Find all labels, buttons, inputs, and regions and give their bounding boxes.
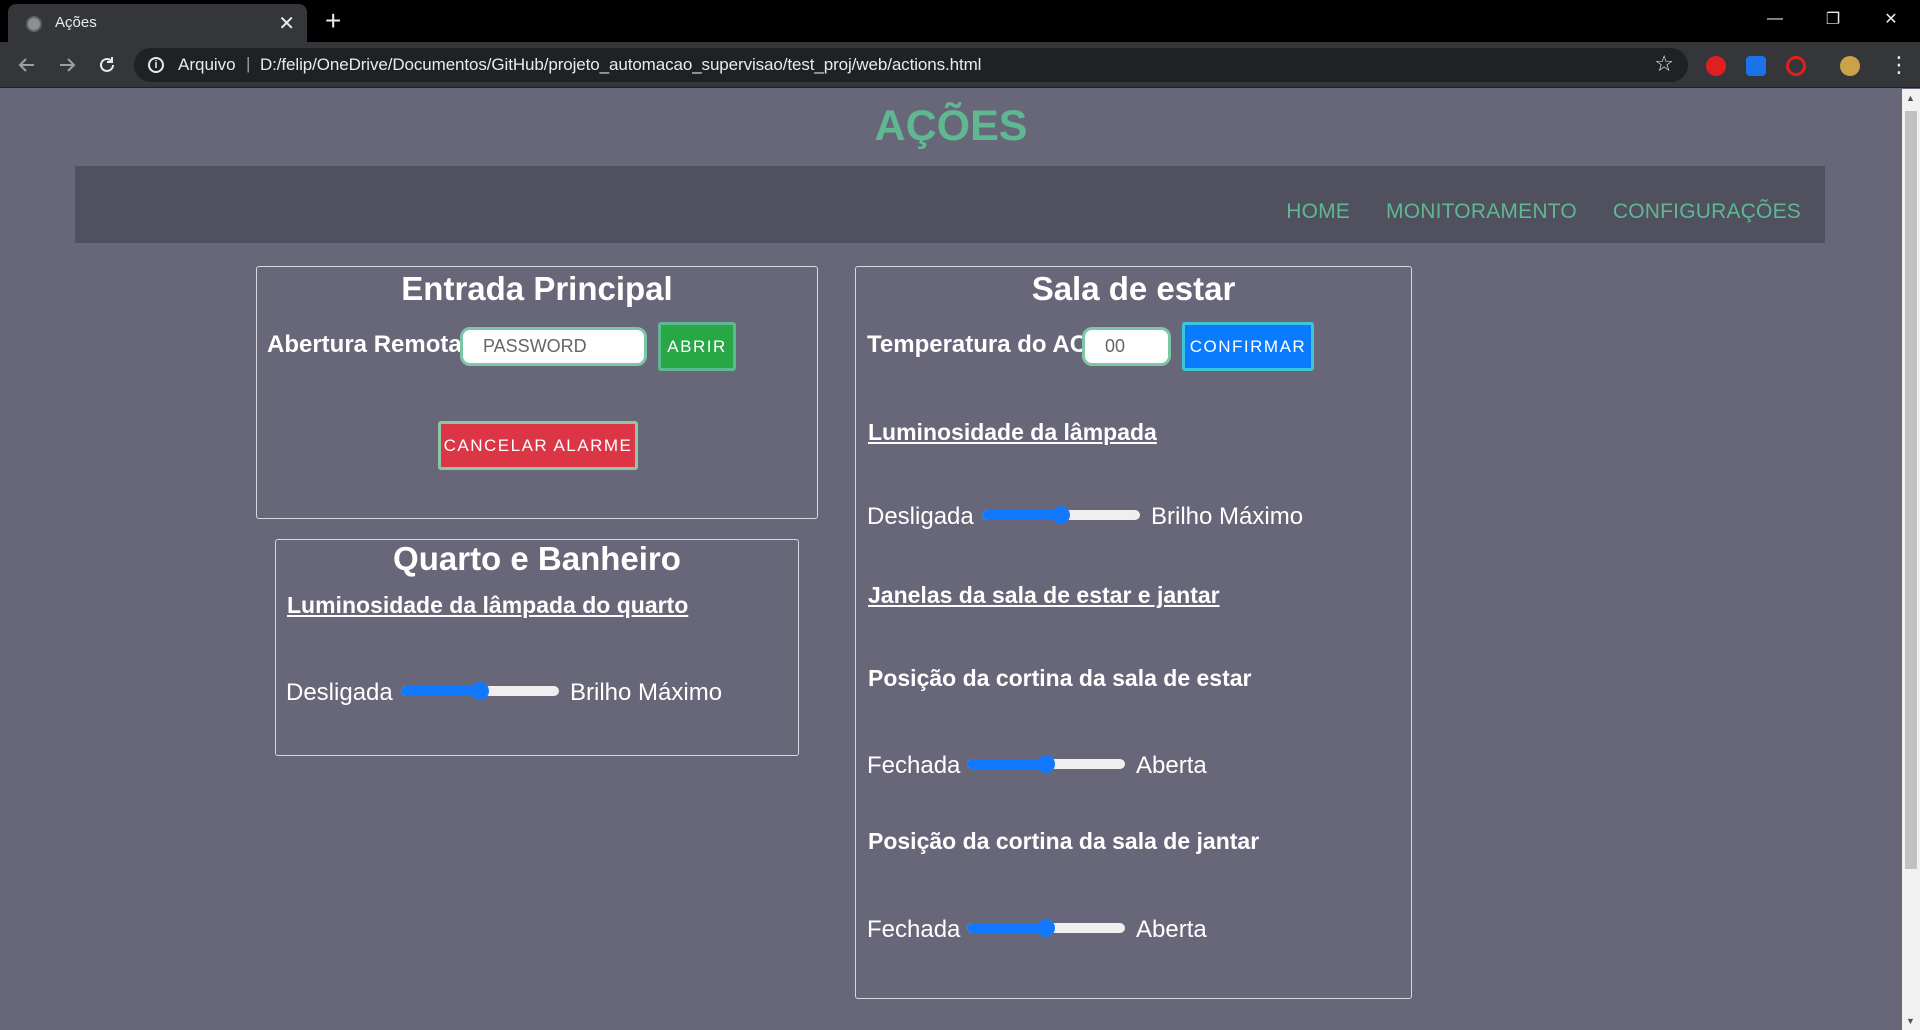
slider-max-label: Brilho Máximo bbox=[1151, 503, 1304, 530]
browser-toolbar: i Arquivo | D:/felip/OneDrive/Documentos… bbox=[0, 42, 1920, 88]
card-entrada-principal: Entrada Principal Abertura Remota PASSWO… bbox=[256, 266, 818, 519]
menu-dots-icon[interactable]: ⋮ bbox=[1888, 52, 1910, 78]
forward-arrow-icon[interactable] bbox=[52, 50, 82, 80]
bedroom-lamp-slider[interactable] bbox=[401, 682, 559, 700]
card-quarto-banheiro: Quarto e Banheiro Luminosidade da lâmpad… bbox=[275, 539, 799, 756]
scroll-thumb[interactable] bbox=[1905, 111, 1917, 869]
url-separator: | bbox=[246, 54, 251, 73]
nav-link-configuracoes[interactable]: CONFIGURAÇÕES bbox=[1613, 200, 1801, 224]
back-arrow-icon[interactable] bbox=[12, 50, 42, 80]
slider-min-label: Fechada bbox=[867, 916, 961, 943]
ac-temperature-label: Temperatura do AC bbox=[867, 331, 1088, 358]
slider-max-label: Brilho Máximo bbox=[570, 679, 723, 706]
card-title: Quarto e Banheiro bbox=[393, 540, 681, 577]
browser-tab[interactable]: Ações ✕ bbox=[8, 4, 307, 42]
slider-fill bbox=[967, 759, 1046, 769]
slider-min-label: Desligada bbox=[867, 503, 974, 530]
living-lamp-heading: Luminosidade da lâmpada bbox=[868, 419, 1157, 445]
slider-min-label: Fechada bbox=[867, 752, 961, 779]
slider-thumb[interactable] bbox=[1052, 506, 1070, 524]
window-controls: — ❐ ✕ bbox=[1746, 0, 1920, 38]
restore-button[interactable]: ❐ bbox=[1804, 0, 1862, 38]
slider-thumb[interactable] bbox=[1037, 919, 1055, 937]
slider-thumb[interactable] bbox=[471, 682, 489, 700]
info-icon[interactable]: i bbox=[148, 57, 164, 73]
profile-avatar-icon[interactable] bbox=[1840, 56, 1860, 76]
curtain-living-label: Posição da cortina da sala de estar bbox=[868, 665, 1252, 691]
reload-icon[interactable] bbox=[92, 50, 122, 80]
minimize-button[interactable]: — bbox=[1746, 0, 1804, 38]
curtain-dining-slider[interactable] bbox=[967, 919, 1125, 937]
slider-min-label: Desligada bbox=[286, 679, 393, 706]
bedroom-lamp-heading: Luminosidade da lâmpada do quarto bbox=[287, 592, 689, 618]
close-tab-icon[interactable]: ✕ bbox=[278, 11, 295, 36]
ac-temperature-input[interactable]: 00 bbox=[1082, 327, 1171, 366]
new-tab-button[interactable]: + bbox=[325, 5, 341, 37]
url-text[interactable]: D:/felip/OneDrive/Documentos/GitHub/proj… bbox=[260, 55, 981, 75]
nav-link-home[interactable]: HOME bbox=[1286, 200, 1350, 224]
confirm-button[interactable]: CONFIRMAR bbox=[1182, 322, 1314, 371]
password-input[interactable]: PASSWORD bbox=[460, 327, 647, 366]
slider-max-label: Aberta bbox=[1136, 916, 1207, 943]
page-title: AÇÕES bbox=[874, 102, 1028, 150]
page-viewport: AÇÕES HOME MONITORAMENTO CONFIGURAÇÕES E… bbox=[0, 89, 1902, 1030]
tab-title: Ações bbox=[55, 14, 97, 31]
page-scrollbar[interactable]: ▲ ▼ bbox=[1902, 89, 1920, 1030]
living-lamp-slider[interactable] bbox=[982, 506, 1140, 524]
slider-fill bbox=[401, 686, 480, 696]
windows-heading: Janelas da sala de estar e jantar bbox=[868, 582, 1220, 608]
bookmark-star-icon[interactable]: ☆ bbox=[1654, 51, 1674, 77]
open-button[interactable]: ABRIR bbox=[658, 322, 736, 371]
url-scheme: Arquivo bbox=[178, 55, 236, 74]
slider-fill bbox=[982, 510, 1061, 520]
nav-link-monitoramento[interactable]: MONITORAMENTO bbox=[1386, 200, 1577, 224]
scroll-up-icon[interactable]: ▲ bbox=[1906, 93, 1915, 103]
nav-links: HOME MONITORAMENTO CONFIGURAÇÕES bbox=[1286, 200, 1801, 224]
slider-max-label: Aberta bbox=[1136, 752, 1207, 779]
card-sala-de-estar: Sala de estar Temperatura do AC 00 CONFI… bbox=[855, 266, 1412, 999]
extension-translate-icon[interactable] bbox=[1746, 56, 1766, 76]
cancel-alarm-button[interactable]: CANCELAR ALARME bbox=[438, 421, 638, 470]
extension-red-icon[interactable] bbox=[1706, 56, 1726, 76]
slider-thumb[interactable] bbox=[1037, 755, 1055, 773]
extension-lastpass-icon[interactable] bbox=[1786, 56, 1806, 76]
curtain-dining-label: Posição da cortina da sala de jantar bbox=[868, 828, 1260, 854]
navbar: HOME MONITORAMENTO CONFIGURAÇÕES bbox=[75, 166, 1825, 243]
address-bar[interactable]: i Arquivo | D:/felip/OneDrive/Documentos… bbox=[134, 48, 1688, 82]
close-window-button[interactable]: ✕ bbox=[1862, 0, 1920, 38]
curtain-living-slider[interactable] bbox=[967, 755, 1125, 773]
slider-fill bbox=[967, 923, 1046, 933]
card-title: Sala de estar bbox=[1031, 270, 1236, 307]
card-title: Entrada Principal bbox=[401, 270, 673, 307]
scroll-down-icon[interactable]: ▼ bbox=[1906, 1016, 1915, 1026]
globe-icon bbox=[26, 16, 42, 32]
browser-tab-bar: Ações ✕ + — ❐ ✕ bbox=[0, 0, 1920, 42]
remote-opening-label: Abertura Remota bbox=[267, 331, 462, 358]
